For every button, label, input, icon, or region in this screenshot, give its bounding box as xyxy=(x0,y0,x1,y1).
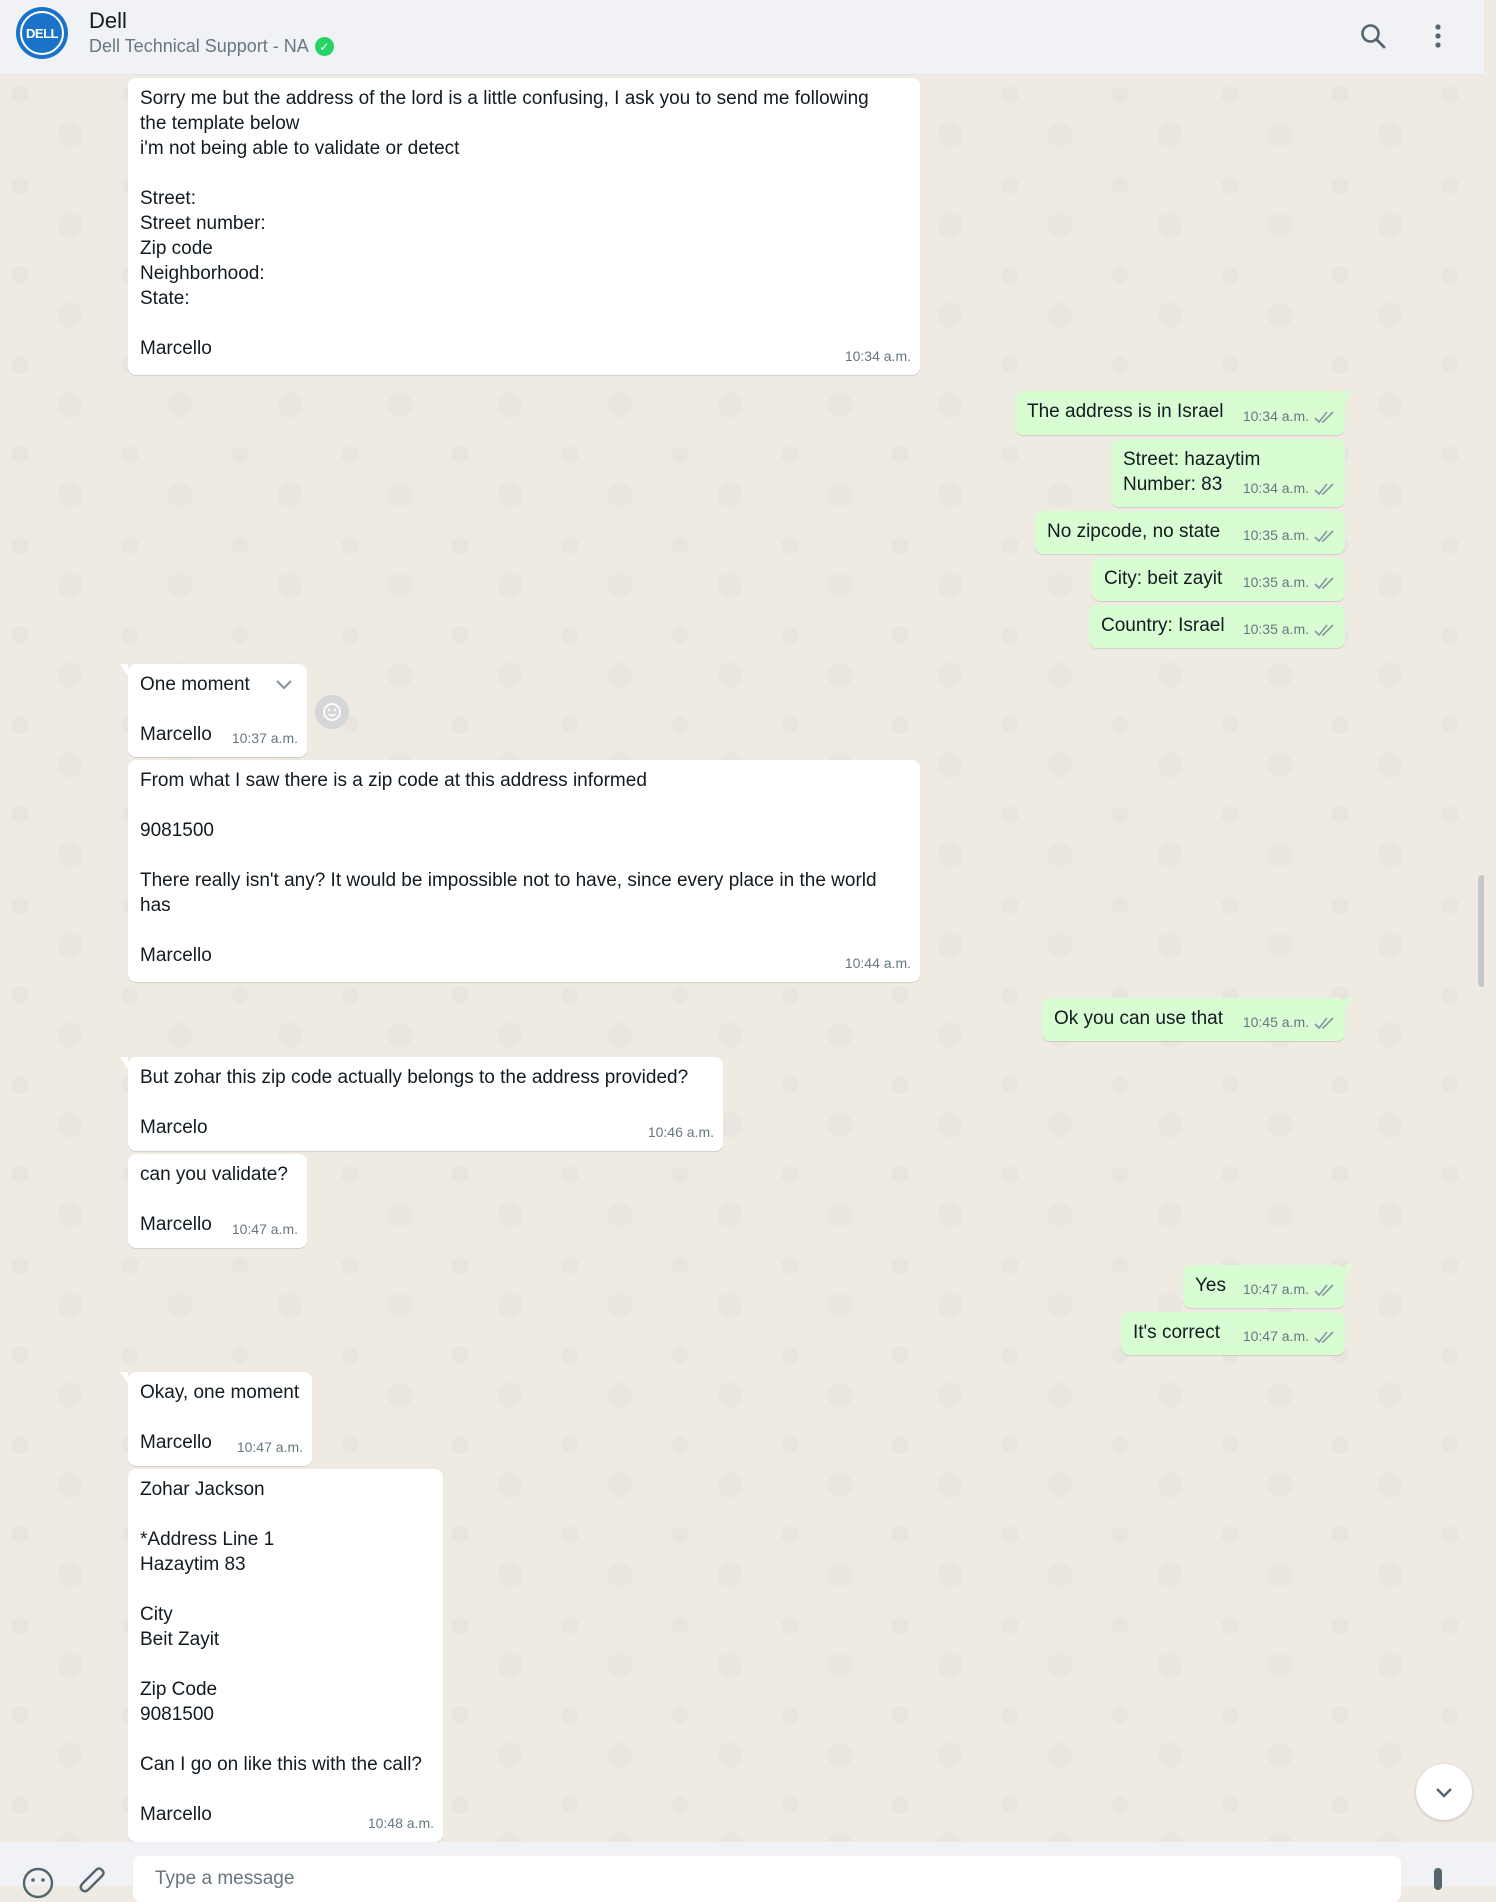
message-meta: 10:48 a.m. xyxy=(368,1811,434,1836)
read-ticks-icon xyxy=(1314,529,1334,542)
message-time: 10:34 a.m. xyxy=(844,348,911,364)
scrollbar-thumb[interactable] xyxy=(1478,875,1484,987)
message-outgoing[interactable]: Yes 10:47 a.m. xyxy=(1183,1265,1353,1308)
message-list[interactable]: Sorry me but the address of the lord is … xyxy=(0,75,1484,1842)
contact-subtitle: Dell Technical Support - NA ✓ xyxy=(89,36,334,57)
bubble-tail xyxy=(120,1372,128,1384)
message-time: 10:35 a.m. xyxy=(1242,574,1309,590)
message-incoming[interactable]: Okay, one moment Marcello 10:47 a.m. xyxy=(120,1372,312,1466)
message-meta: 10:35 a.m. xyxy=(1243,523,1336,548)
read-ticks-icon xyxy=(1314,623,1334,636)
scroll-to-bottom-button[interactable] xyxy=(1416,1764,1472,1820)
message-incoming[interactable]: Sorry me but the address of the lord is … xyxy=(128,78,920,375)
message-time: 10:47 a.m. xyxy=(1242,1328,1309,1344)
message-outgoing[interactable]: No zipcode, no state 10:35 a.m. xyxy=(1035,511,1345,554)
bubble-tail xyxy=(120,1057,128,1069)
message-text: Yes xyxy=(1195,1275,1226,1296)
message-outgoing[interactable]: It's correct 10:47 a.m. xyxy=(1121,1312,1345,1355)
message-time: 10:48 a.m. xyxy=(367,1815,434,1831)
chat-header: DELL Dell Dell Technical Support - NA ✓ xyxy=(0,0,1484,75)
bubble-tail xyxy=(120,664,128,676)
message-meta: 10:35 a.m. xyxy=(1243,570,1336,595)
message-outgoing[interactable]: Street: hazaytim Number: 83 10:34 a.m. xyxy=(1111,439,1345,507)
message-text: It's correct xyxy=(1133,1322,1221,1343)
read-ticks-icon xyxy=(1314,1283,1334,1296)
message-meta: 10:34 a.m. xyxy=(1243,476,1336,501)
message-meta: 10:37 a.m. xyxy=(232,726,298,751)
smiley-icon xyxy=(323,703,341,721)
composer-bar xyxy=(0,1842,1496,1902)
verified-badge-icon: ✓ xyxy=(314,37,334,56)
message-time: 10:44 a.m. xyxy=(844,955,911,971)
contact-name[interactable]: Dell xyxy=(89,8,127,34)
message-text: City: beit zayit xyxy=(1104,568,1223,589)
message-outgoing[interactable]: City: beit zayit 10:35 a.m. xyxy=(1092,558,1345,601)
message-text: From what I saw there is a zip code at t… xyxy=(140,770,877,966)
message-meta: 10:44 a.m. xyxy=(845,951,911,976)
message-incoming[interactable]: From what I saw there is a zip code at t… xyxy=(128,760,920,982)
react-emoji-button[interactable] xyxy=(315,695,349,729)
message-meta: 10:34 a.m. xyxy=(1243,404,1336,429)
message-incoming[interactable]: Zohar Jackson *Address Line 1 Hazaytim 8… xyxy=(128,1469,443,1842)
search-icon[interactable] xyxy=(1355,18,1391,54)
message-meta: 10:34 a.m. xyxy=(845,344,911,369)
emoji-icon[interactable] xyxy=(21,1866,55,1900)
message-time: 10:35 a.m. xyxy=(1242,621,1309,637)
message-input[interactable] xyxy=(133,1856,1401,1902)
message-outgoing[interactable]: The address is in Israel 10:34 a.m. xyxy=(1015,391,1353,435)
read-ticks-icon xyxy=(1314,1330,1334,1343)
read-ticks-icon xyxy=(1314,482,1334,495)
message-incoming[interactable]: But zohar this zip code actually belongs… xyxy=(120,1057,723,1151)
message-time: 10:47 a.m. xyxy=(236,1439,303,1455)
read-ticks-icon xyxy=(1314,576,1334,589)
message-text: Country: Israel xyxy=(1101,615,1225,636)
message-text: The address is in Israel xyxy=(1027,401,1224,422)
message-outgoing[interactable]: Ok you can use that 10:45 a.m. xyxy=(1042,998,1353,1041)
bubble-tail xyxy=(1345,998,1353,1010)
read-ticks-icon xyxy=(1314,410,1334,423)
message-time: 10:34 a.m. xyxy=(1242,408,1309,424)
read-ticks-icon xyxy=(1314,1016,1334,1029)
message-incoming[interactable]: can you validate? Marcello 10:47 a.m. xyxy=(128,1154,307,1248)
message-meta: 10:47 a.m. xyxy=(1243,1277,1336,1302)
message-time: 10:45 a.m. xyxy=(1242,1014,1309,1030)
dell-logo: DELL xyxy=(20,11,64,55)
message-text: Sorry me but the address of the lord is … xyxy=(140,88,869,359)
microphone-icon[interactable] xyxy=(1421,1866,1455,1900)
message-text: Street: hazaytim Number: 83 xyxy=(1123,449,1261,495)
message-time: 10:47 a.m. xyxy=(231,1221,298,1237)
message-text: But zohar this zip code actually belongs… xyxy=(140,1067,689,1138)
contact-avatar[interactable]: DELL xyxy=(16,7,68,59)
message-meta: 10:35 a.m. xyxy=(1243,617,1336,642)
message-text: No zipcode, no state xyxy=(1047,521,1221,542)
chevron-down-icon xyxy=(1436,1788,1452,1798)
bubble-tail xyxy=(1345,1265,1353,1277)
message-menu-chevron-icon[interactable] xyxy=(272,673,296,697)
message-meta: 10:47 a.m. xyxy=(237,1435,303,1460)
message-time: 10:35 a.m. xyxy=(1242,527,1309,543)
message-time: 10:46 a.m. xyxy=(647,1124,714,1140)
message-meta: 10:47 a.m. xyxy=(232,1217,298,1242)
more-options-icon[interactable] xyxy=(1420,18,1456,54)
attach-icon[interactable] xyxy=(76,1866,110,1900)
message-time: 10:37 a.m. xyxy=(231,730,298,746)
contact-subtitle-text: Dell Technical Support - NA xyxy=(89,36,309,56)
message-meta: 10:46 a.m. xyxy=(648,1120,714,1145)
message-time: 10:47 a.m. xyxy=(1242,1281,1309,1297)
message-outgoing[interactable]: Country: Israel 10:35 a.m. xyxy=(1089,605,1345,648)
message-time: 10:34 a.m. xyxy=(1242,480,1309,496)
message-text: Zohar Jackson *Address Line 1 Hazaytim 8… xyxy=(140,1479,422,1825)
message-text: Ok you can use that xyxy=(1054,1008,1223,1029)
message-meta: 10:45 a.m. xyxy=(1243,1010,1336,1035)
bubble-tail xyxy=(1345,391,1353,403)
message-meta: 10:47 a.m. xyxy=(1243,1324,1336,1349)
